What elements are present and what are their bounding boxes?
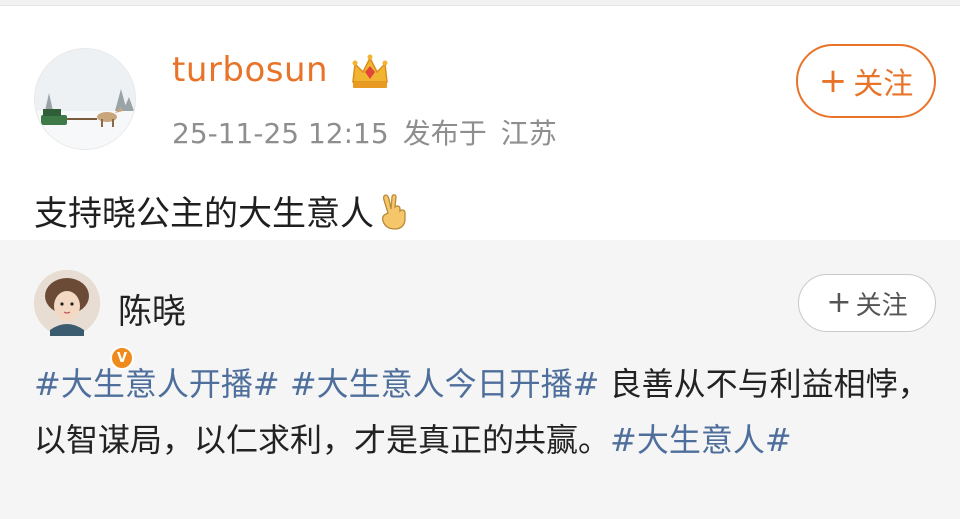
post-meta: 25-11-25 12:15 发布于 江苏 [172,112,571,152]
hashtag-link[interactable]: #大生意人开播# [34,365,280,403]
avatar[interactable] [34,48,136,150]
location: 江苏 [500,117,557,150]
plus-icon: + [818,61,848,101]
repost-avatar-image [34,270,100,336]
crown-icon [352,54,388,88]
avatar-image [35,49,135,149]
repost-follow-label: 关注 [855,290,908,321]
hashtag-link[interactable]: #大生意人# [610,421,792,459]
repost-author[interactable]: 陈晓 [118,284,186,333]
repost-text: #大生意人开播# #大生意人今日开播# 良善从不与利益相悖，以智谋局，以仁求利，… [34,356,934,468]
username[interactable]: turbosun [172,50,328,90]
post-content: 支持晓公主的大生意人 [34,186,412,235]
victory-hand-icon [381,193,406,230]
repost-avatar[interactable]: V [34,270,134,370]
timestamp: 25-11-25 12:15 [172,117,389,150]
post-header: turbosun 25-11-25 12:15 发布于 江苏 + 关注 支持晓公主的… [0,6,960,234]
repost-card[interactable]: V 陈晓 + 关注 #大生意人开播# #大生意人今日开播# 良善从不与利益相悖，… [0,240,960,519]
post-text: 支持晓公主的大生意人 [34,194,374,234]
published-label: 发布于 [402,117,487,150]
follow-button[interactable]: + 关注 [796,44,936,118]
follow-label: 关注 [853,67,914,102]
repost-follow-button[interactable]: + 关注 [798,274,936,332]
hashtag-link[interactable]: #大生意人今日开播# [290,365,600,403]
plus-icon: + [826,285,852,320]
